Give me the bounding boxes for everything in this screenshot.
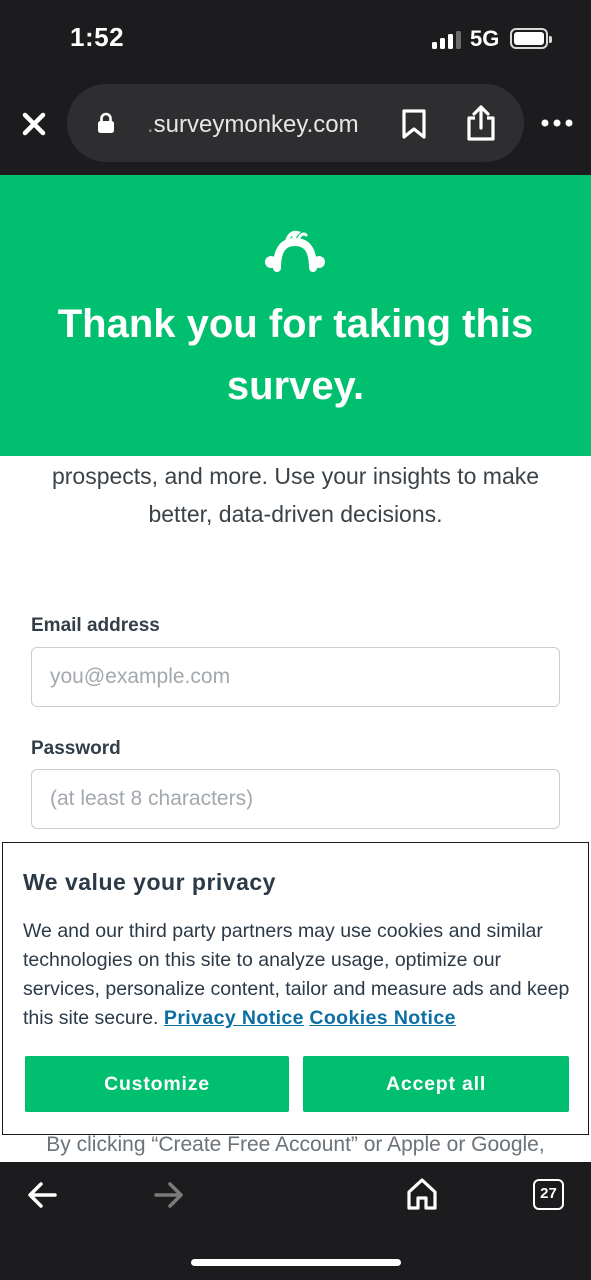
network-type: 5G — [470, 26, 500, 51]
cookies-notice-link[interactable]: Cookies Notice — [309, 1007, 455, 1029]
privacy-title: We value your privacy — [23, 869, 276, 895]
privacy-banner: We value your privacy We and our third p… — [2, 842, 589, 1135]
home-icon[interactable] — [406, 1177, 438, 1211]
close-icon[interactable] — [18, 108, 50, 140]
intro-text: prospects, and more. Use your insights t… — [51, 463, 540, 527]
privacy-notice-link[interactable]: Privacy Notice — [164, 1007, 304, 1029]
back-arrow-icon[interactable] — [26, 1180, 58, 1210]
email-label: Email address — [31, 615, 160, 636]
forward-arrow-icon[interactable] — [153, 1180, 185, 1210]
lock-icon — [98, 112, 114, 133]
address-bar[interactable]: .surveymonkey.com — [67, 84, 524, 162]
url-domain: surveymonkey.com — [153, 111, 359, 138]
share-icon[interactable] — [465, 104, 497, 142]
url-text: .surveymonkey.com — [147, 111, 359, 139]
password-label: Password — [31, 738, 121, 759]
terms-text: By clicking “Create Free Account” or App… — [46, 1133, 545, 1156]
page-title: Thank you for taking this survey. — [57, 302, 534, 408]
tabs-icon[interactable]: 27 — [533, 1179, 564, 1210]
url-prefix: . — [147, 111, 154, 138]
battery-icon — [510, 28, 552, 49]
thank-you-banner: Thank you for taking this survey. — [0, 175, 591, 456]
accept-all-button[interactable]: Accept all — [303, 1056, 569, 1112]
surveymonkey-logo — [265, 230, 325, 272]
bookmark-icon[interactable] — [400, 108, 428, 140]
signal-icon — [432, 31, 462, 49]
status-time: 1:52 — [70, 22, 125, 52]
password-field[interactable] — [31, 769, 560, 829]
browser-toolbar: .surveymonkey.com — [0, 80, 591, 175]
customize-button[interactable]: Customize — [25, 1056, 289, 1112]
browser-bottom-bar: 27 — [0, 1162, 591, 1280]
privacy-body: We and our third party partners may use … — [23, 917, 573, 1033]
home-indicator — [191, 1259, 401, 1266]
status-bar: 1:52 5G — [0, 0, 591, 80]
more-icon[interactable] — [540, 108, 574, 138]
email-field[interactable] — [31, 647, 560, 707]
